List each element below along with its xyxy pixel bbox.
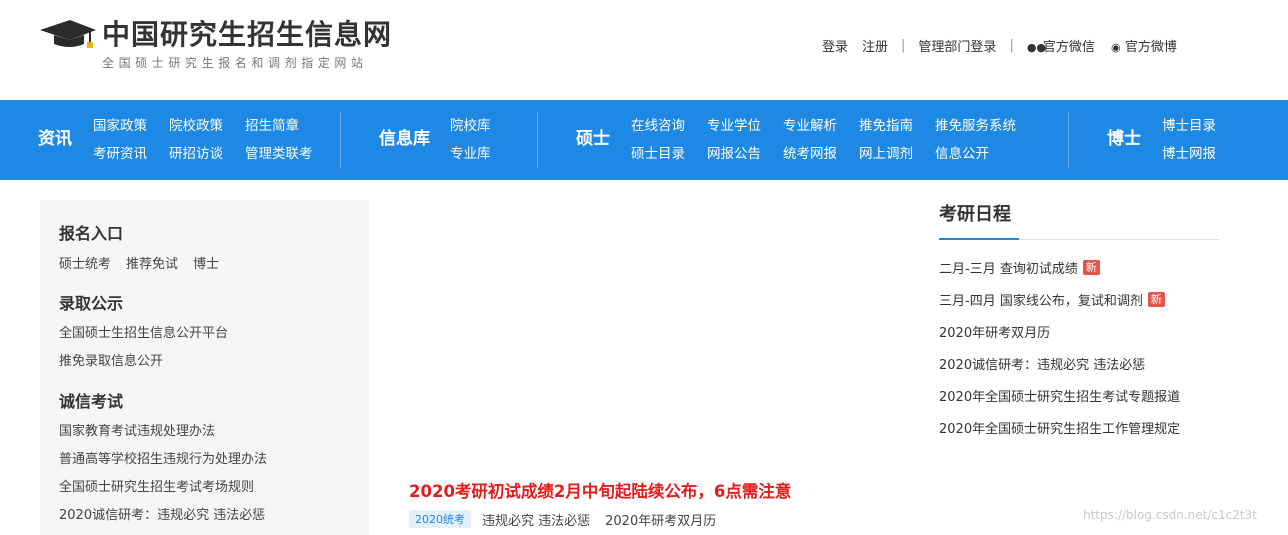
- schedule-item-label: 2020年全国硕士研究生招生考试专题报道: [939, 390, 1181, 405]
- nav-link-national-policy[interactable]: 国家政策: [93, 117, 147, 135]
- wechat-icon: ●●: [1026, 40, 1047, 54]
- schedule-item[interactable]: 2020年全国硕士研究生招生工作管理规定: [939, 418, 1180, 437]
- category-tag[interactable]: 2020统考: [409, 510, 471, 528]
- headline-sublinks: 2020统考 违规必究 违法必惩 2020年研考双月历: [409, 509, 731, 529]
- nav-group-master[interactable]: 硕士: [576, 126, 610, 152]
- nav-group-news[interactable]: 资讯: [38, 126, 72, 152]
- nav-link-doctor-catalog[interactable]: 博士目录: [1162, 117, 1216, 135]
- site-subtitle: 全国硕士研究生报名和调剂指定网站: [102, 56, 368, 70]
- link-exam-room-rules[interactable]: 全国硕士研究生招生考试考场规则: [59, 476, 254, 495]
- graduation-cap-icon: [40, 20, 96, 48]
- link-admission-violation-rules[interactable]: 普通高等学校招生违规行为处理办法: [59, 448, 267, 467]
- main-nav: 资讯 国家政策 院校政策 招生简章 考研资讯 研招访谈 管理类联考 信息库 院校…: [0, 100, 1288, 180]
- schedule-title: 考研日程: [939, 204, 1011, 225]
- site-title: 中国研究生招生信息网: [102, 18, 393, 51]
- section-title-integrity-exam: 诚信考试: [59, 392, 124, 411]
- sublink-integrity[interactable]: 违规必究 违法必惩: [482, 510, 590, 529]
- section-title-admission-public: 录取公示: [59, 294, 124, 313]
- login-link[interactable]: 登录: [822, 36, 848, 55]
- schedule-item[interactable]: 2020年研考双月历: [939, 322, 1050, 341]
- nav-link-major-db[interactable]: 专业库: [450, 145, 491, 163]
- registration-links: 硕士统考 推荐免试 博士: [59, 253, 234, 272]
- nav-link-school-policy[interactable]: 院校政策: [169, 117, 223, 135]
- weibo-link[interactable]: ◉ 官方微博: [1109, 36, 1177, 55]
- schedule-item-label: 2020年全国硕士研究生招生工作管理规定: [939, 422, 1181, 437]
- nav-link-info-disclosure[interactable]: 信息公开: [935, 145, 989, 163]
- nav-divider: [340, 112, 341, 168]
- nav-link-exam-news[interactable]: 考研资讯: [93, 145, 147, 163]
- wechat-label: 官方微信: [1042, 39, 1095, 55]
- link-integrity-2020[interactable]: 2020诚信研考：违规必究 违法必惩: [59, 504, 265, 523]
- nav-link-online-adjustment[interactable]: 网上调剂: [859, 145, 913, 163]
- weibo-label: 官方微博: [1124, 39, 1177, 55]
- nav-link-registration-notice[interactable]: 网报公告: [707, 145, 761, 163]
- link-violation-rules[interactable]: 国家教育考试违规处理办法: [59, 420, 215, 439]
- schedule-item-label: 2020诚信研考：违规必究 违法必惩: [939, 358, 1146, 373]
- nav-link-unified-registration[interactable]: 统考网报: [783, 145, 837, 163]
- nav-link-recommend-guide[interactable]: 推免指南: [859, 117, 913, 135]
- nav-group-database[interactable]: 信息库: [379, 126, 430, 152]
- nav-link-school-db[interactable]: 院校库: [450, 117, 491, 135]
- link-master-unified-exam[interactable]: 硕士统考: [59, 253, 111, 272]
- register-link[interactable]: 注册: [862, 36, 888, 55]
- nav-divider: [1068, 112, 1069, 168]
- schedule-divider-accent: [939, 238, 1019, 240]
- link-doctor[interactable]: 博士: [193, 253, 219, 272]
- nav-link-recommend-system[interactable]: 推免服务系统: [935, 117, 1016, 135]
- schedule-item[interactable]: 2020诚信研考：违规必究 违法必惩: [939, 354, 1145, 373]
- nav-divider: [537, 112, 538, 168]
- wechat-link[interactable]: ●●官方微信: [1027, 36, 1095, 55]
- schedule-item[interactable]: 二月-三月 查询初试成绩 新: [939, 258, 1100, 277]
- schedule-item-label: 三月-四月 国家线公布，复试和调剂: [939, 294, 1143, 309]
- nav-link-doctor-registration[interactable]: 博士网报: [1162, 145, 1216, 163]
- top-links: 登录 注册 | 管理部门登录 | ●●官方微信 ◉ 官方微博: [822, 35, 1177, 55]
- schedule-item[interactable]: 三月-四月 国家线公布，复试和调剂 新: [939, 290, 1165, 309]
- nav-link-management-exam[interactable]: 管理类联考: [245, 145, 313, 163]
- nav-link-online-consult[interactable]: 在线咨询: [631, 117, 685, 135]
- weibo-icon: ◉: [1111, 40, 1121, 54]
- watermark-text: https://blog.csdn.net/c1c2t3t: [1083, 508, 1257, 522]
- sublink-calendar[interactable]: 2020年研考双月历: [605, 510, 716, 529]
- schedule-item[interactable]: 2020年全国硕士研究生招生考试专题报道: [939, 386, 1180, 405]
- nav-link-interviews[interactable]: 研招访谈: [169, 145, 223, 163]
- nav-group-doctor[interactable]: 博士: [1107, 126, 1141, 152]
- admin-login-link[interactable]: 管理部门登录: [918, 36, 996, 55]
- new-badge: 新: [1147, 292, 1165, 307]
- quick-links-panel: 报名入口 硕士统考 推荐免试 博士 录取公示 全国硕士生招生信息公开平台 推免录…: [40, 200, 369, 535]
- section-title-registration: 报名入口: [59, 224, 124, 243]
- headline-link[interactable]: 2020考研初试成绩2月中旬起陆续公布，6点需注意: [409, 478, 791, 502]
- nav-link-professional-degree[interactable]: 专业学位: [707, 117, 761, 135]
- new-badge: 新: [1082, 260, 1100, 275]
- link-recommend-admission-info[interactable]: 推免录取信息公开: [59, 350, 163, 369]
- site-header: 中国研究生招生信息网 全国硕士研究生报名和调剂指定网站 登录 注册 | 管理部门…: [0, 0, 1288, 100]
- separator: |: [901, 37, 906, 53]
- schedule-item-label: 二月-三月 查询初试成绩: [939, 262, 1078, 277]
- site-logo[interactable]: 中国研究生招生信息网 全国硕士研究生报名和调剂指定网站: [40, 16, 420, 76]
- separator: |: [1009, 37, 1014, 53]
- link-recommend-exempt[interactable]: 推荐免试: [126, 253, 178, 272]
- schedule-item-label: 2020年研考双月历: [939, 326, 1051, 341]
- nav-link-admission-guide[interactable]: 招生简章: [245, 117, 299, 135]
- nav-link-master-catalog[interactable]: 硕士目录: [631, 145, 685, 163]
- link-info-platform[interactable]: 全国硕士生招生信息公开平台: [59, 322, 228, 341]
- nav-link-major-analysis[interactable]: 专业解析: [783, 117, 837, 135]
